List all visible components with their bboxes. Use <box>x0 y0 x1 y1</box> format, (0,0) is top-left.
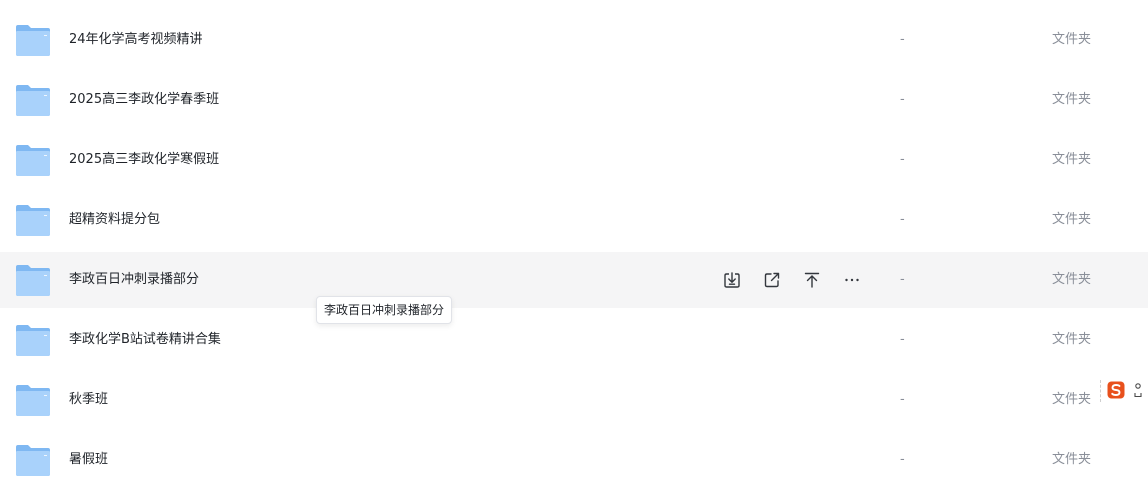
file-size: - <box>900 332 905 347</box>
file-size: - <box>900 452 905 467</box>
folder-icon <box>16 205 50 236</box>
file-type: 文件夹 <box>1052 32 1092 47</box>
file-name[interactable]: 超精资料提分包 <box>69 192 160 248</box>
pin-to-top-icon <box>804 272 820 288</box>
file-size: - <box>900 392 905 407</box>
folder-icon <box>16 145 50 176</box>
pin-to-top-button[interactable] <box>800 268 824 292</box>
folder-icon <box>16 25 50 56</box>
more-button[interactable] <box>840 268 864 292</box>
file-type: 文件夹 <box>1052 272 1092 287</box>
file-size: - <box>900 272 905 287</box>
folder-icon <box>16 445 50 476</box>
file-type: 文件夹 <box>1052 92 1092 107</box>
table-row[interactable]: 暑假班 - 文件夹 <box>0 432 1148 488</box>
file-size: - <box>900 212 905 227</box>
file-type: 文件夹 <box>1052 392 1092 407</box>
row-actions <box>720 268 864 292</box>
file-size: - <box>900 152 905 167</box>
folder-icon <box>16 385 50 416</box>
file-type: 文件夹 <box>1052 212 1092 227</box>
table-row[interactable]: 秋季班 - 文件夹 <box>0 372 1148 428</box>
table-row[interactable]: 李政化学B站试卷精讲合集 - 文件夹 <box>0 312 1148 368</box>
file-name[interactable]: 秋季班 <box>69 372 108 428</box>
ime-toolbar[interactable] <box>1100 380 1148 402</box>
table-row[interactable]: 2025高三李政化学春季班 - 文件夹 <box>0 72 1148 128</box>
file-name[interactable]: 2025高三李政化学寒假班 <box>69 132 219 188</box>
file-name[interactable]: 2025高三李政化学春季班 <box>69 72 219 128</box>
table-row[interactable]: 2025高三李政化学寒假班 - 文件夹 <box>0 132 1148 188</box>
table-row-hovered[interactable]: 李政百日冲刺录播部分 - 文件夹 <box>0 252 1148 308</box>
folder-icon <box>16 325 50 356</box>
file-type: 文件夹 <box>1052 152 1092 167</box>
file-name[interactable]: 24年化学高考视频精讲 <box>69 12 203 68</box>
file-name[interactable]: 暑假班 <box>69 432 108 488</box>
file-type: 文件夹 <box>1052 332 1092 347</box>
ime-logo-icon[interactable] <box>1107 381 1125 399</box>
download-icon <box>724 272 740 288</box>
folder-icon <box>16 85 50 116</box>
ime-mode-icon[interactable] <box>1133 382 1143 400</box>
folder-icon <box>16 265 50 296</box>
table-row[interactable]: 超精资料提分包 - 文件夹 <box>0 192 1148 248</box>
share-icon <box>764 272 780 288</box>
file-type: 文件夹 <box>1052 452 1092 467</box>
more-icon <box>845 278 859 282</box>
file-size: - <box>900 32 905 47</box>
file-size: - <box>900 92 905 107</box>
file-name[interactable]: 李政百日冲刺录播部分 <box>69 252 199 308</box>
file-name-tooltip: 李政百日冲刺录播部分 <box>316 296 453 324</box>
file-name[interactable]: 李政化学B站试卷精讲合集 <box>69 312 221 368</box>
share-button[interactable] <box>760 268 784 292</box>
table-row[interactable]: 24年化学高考视频精讲 - 文件夹 <box>0 12 1148 68</box>
download-button[interactable] <box>720 268 744 292</box>
file-list: 24年化学高考视频精讲 - 文件夹 2025高三李政化学春季班 - 文件夹 20… <box>0 12 1148 492</box>
